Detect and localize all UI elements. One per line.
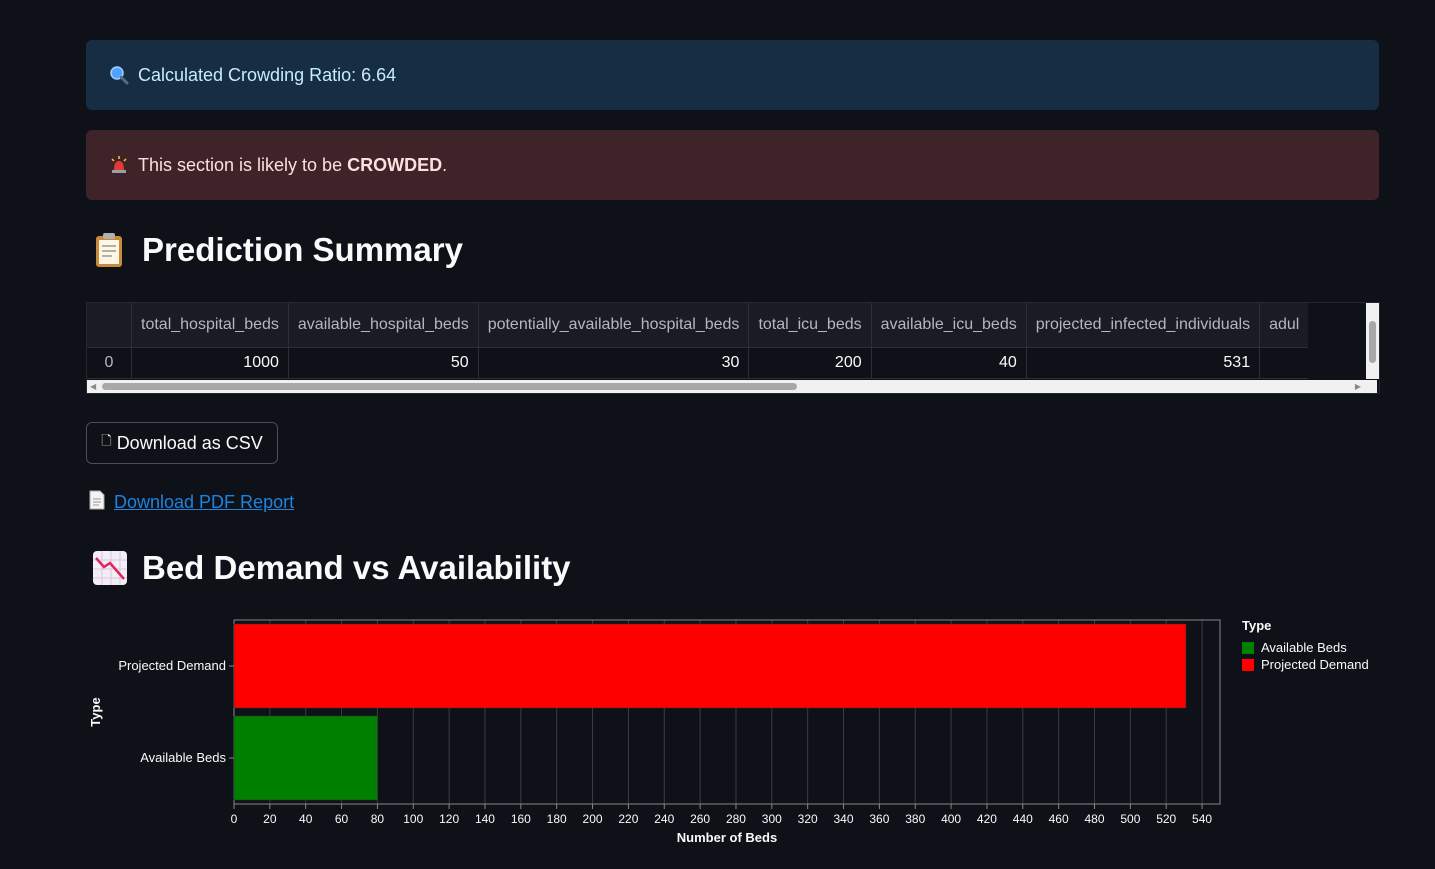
clipboard-icon bbox=[92, 232, 128, 268]
magnifier-icon bbox=[108, 64, 130, 86]
crowded-text-strong: CROWDED bbox=[347, 154, 443, 175]
x-tick-label: 200 bbox=[583, 812, 603, 826]
x-tick-label: 380 bbox=[905, 812, 925, 826]
horizontal-scrollbar[interactable]: ◀ ▶ bbox=[87, 380, 1377, 393]
x-tick-label: 220 bbox=[618, 812, 638, 826]
y-tick-label: Projected Demand bbox=[118, 658, 226, 673]
download-pdf-label: Download PDF Report bbox=[114, 492, 295, 512]
x-tick-label: 20 bbox=[263, 812, 277, 826]
x-tick-label: 60 bbox=[335, 812, 349, 826]
x-tick-label: 340 bbox=[834, 812, 854, 826]
prediction-summary-heading: Prediction Summary bbox=[92, 231, 463, 269]
bed-demand-title: Bed Demand vs Availability bbox=[142, 549, 571, 586]
x-tick-label: 360 bbox=[869, 812, 889, 826]
chart-legend: Type Available Beds Projected Demand bbox=[1242, 618, 1369, 673]
crowded-text-suffix: . bbox=[442, 154, 448, 175]
x-tick-label: 300 bbox=[762, 812, 782, 826]
bar bbox=[233, 623, 1187, 709]
x-tick-label: 280 bbox=[726, 812, 746, 826]
scroll-right-icon[interactable]: ▶ bbox=[1355, 382, 1361, 391]
legend-label-projected: Projected Demand bbox=[1261, 657, 1369, 672]
x-tick-label: 180 bbox=[547, 812, 567, 826]
table-header[interactable]: total_hospital_beds bbox=[131, 303, 289, 348]
download-pdf-link[interactable]: Download PDF Report bbox=[88, 490, 294, 515]
document-icon bbox=[88, 490, 106, 515]
table-row: 0 1000 50 30 200 40 531 bbox=[87, 347, 1309, 379]
x-tick-label: 100 bbox=[403, 812, 423, 826]
crowded-text-prefix: This section is likely to be bbox=[138, 154, 348, 175]
x-tick-label: 500 bbox=[1120, 812, 1140, 826]
legend-swatch-projected bbox=[1242, 658, 1254, 671]
crowded-text: This section is likely to be CROWDED. bbox=[138, 155, 447, 176]
x-tick-label: 540 bbox=[1192, 812, 1212, 826]
x-tick-label: 0 bbox=[231, 812, 238, 826]
x-tick-label: 440 bbox=[1013, 812, 1033, 826]
crowded-alert: This section is likely to be CROWDED. bbox=[86, 130, 1379, 200]
table-header-index[interactable] bbox=[87, 303, 132, 348]
y-tick-label: Available Beds bbox=[140, 750, 226, 765]
table-cell[interactable]: 200 bbox=[748, 347, 872, 379]
x-tick-label: 400 bbox=[941, 812, 961, 826]
x-tick-label: 320 bbox=[798, 812, 818, 826]
legend-label-available: Available Beds bbox=[1261, 640, 1347, 655]
legend-item-available[interactable]: Available Beds bbox=[1242, 639, 1369, 656]
download-csv-button[interactable]: 🗋 Download as CSV bbox=[86, 422, 278, 464]
prediction-summary-table[interactable]: total_hospital_beds available_hospital_b… bbox=[86, 302, 1380, 394]
table-header[interactable]: available_hospital_beds bbox=[288, 303, 479, 348]
crowding-ratio-text: Calculated Crowding Ratio: 6.64 bbox=[138, 64, 397, 85]
siren-icon bbox=[108, 154, 130, 176]
table-cell[interactable]: 40 bbox=[871, 347, 1027, 379]
y-axis-title: Type bbox=[88, 697, 103, 726]
x-tick-label: 480 bbox=[1084, 812, 1104, 826]
table-header[interactable]: available_icu_beds bbox=[871, 303, 1027, 348]
vertical-scrollbar-thumb[interactable] bbox=[1369, 321, 1376, 363]
table-header[interactable]: total_icu_beds bbox=[748, 303, 872, 348]
bed-demand-heading: Bed Demand vs Availability bbox=[92, 549, 571, 587]
table-cell[interactable]: 30 bbox=[478, 347, 750, 379]
x-tick-label: 420 bbox=[977, 812, 997, 826]
x-axis-title: Number of Beds bbox=[677, 830, 777, 845]
x-tick-label: 160 bbox=[511, 812, 531, 826]
table-header-row: total_hospital_beds available_hospital_b… bbox=[87, 303, 1309, 348]
legend-swatch-available bbox=[1242, 641, 1254, 654]
x-tick-label: 240 bbox=[654, 812, 674, 826]
scroll-left-icon[interactable]: ◀ bbox=[90, 382, 96, 391]
table-row-index: 0 bbox=[87, 347, 132, 379]
table-cell[interactable]: 531 bbox=[1026, 347, 1261, 379]
legend-title: Type bbox=[1242, 618, 1272, 633]
legend-item-projected[interactable]: Projected Demand bbox=[1242, 656, 1369, 673]
file-icon: 🗋 bbox=[101, 433, 112, 448]
download-csv-label: Download as CSV bbox=[116, 432, 263, 453]
crowding-ratio-alert: Calculated Crowding Ratio: 6.64 bbox=[86, 40, 1379, 110]
x-tick-label: 260 bbox=[690, 812, 710, 826]
table-cell[interactable] bbox=[1259, 347, 1309, 379]
x-tick-label: 460 bbox=[1049, 812, 1069, 826]
x-tick-label: 140 bbox=[475, 812, 495, 826]
table-header[interactable]: potentially_available_hospital_beds bbox=[478, 303, 750, 348]
bed-demand-chart: 0 20 40 60 80 100 120 140 160 180 200 220 240 260 280 3… bbox=[88, 619, 1221, 845]
table-cell[interactable]: 1000 bbox=[131, 347, 289, 379]
x-tick-label: 120 bbox=[439, 812, 459, 826]
vertical-scrollbar[interactable] bbox=[1366, 303, 1379, 379]
horizontal-scrollbar-thumb[interactable] bbox=[102, 383, 797, 390]
prediction-summary-title: Prediction Summary bbox=[142, 231, 463, 268]
x-tick-label: 80 bbox=[371, 812, 385, 826]
x-tick-label: 520 bbox=[1156, 812, 1176, 826]
x-tick-label: 40 bbox=[299, 812, 313, 826]
chart-decreasing-icon bbox=[92, 550, 128, 586]
table-cell[interactable]: 50 bbox=[288, 347, 479, 379]
bar bbox=[233, 715, 378, 801]
table-header[interactable]: adul bbox=[1259, 303, 1309, 348]
table-header[interactable]: projected_infected_individuals bbox=[1026, 303, 1261, 348]
